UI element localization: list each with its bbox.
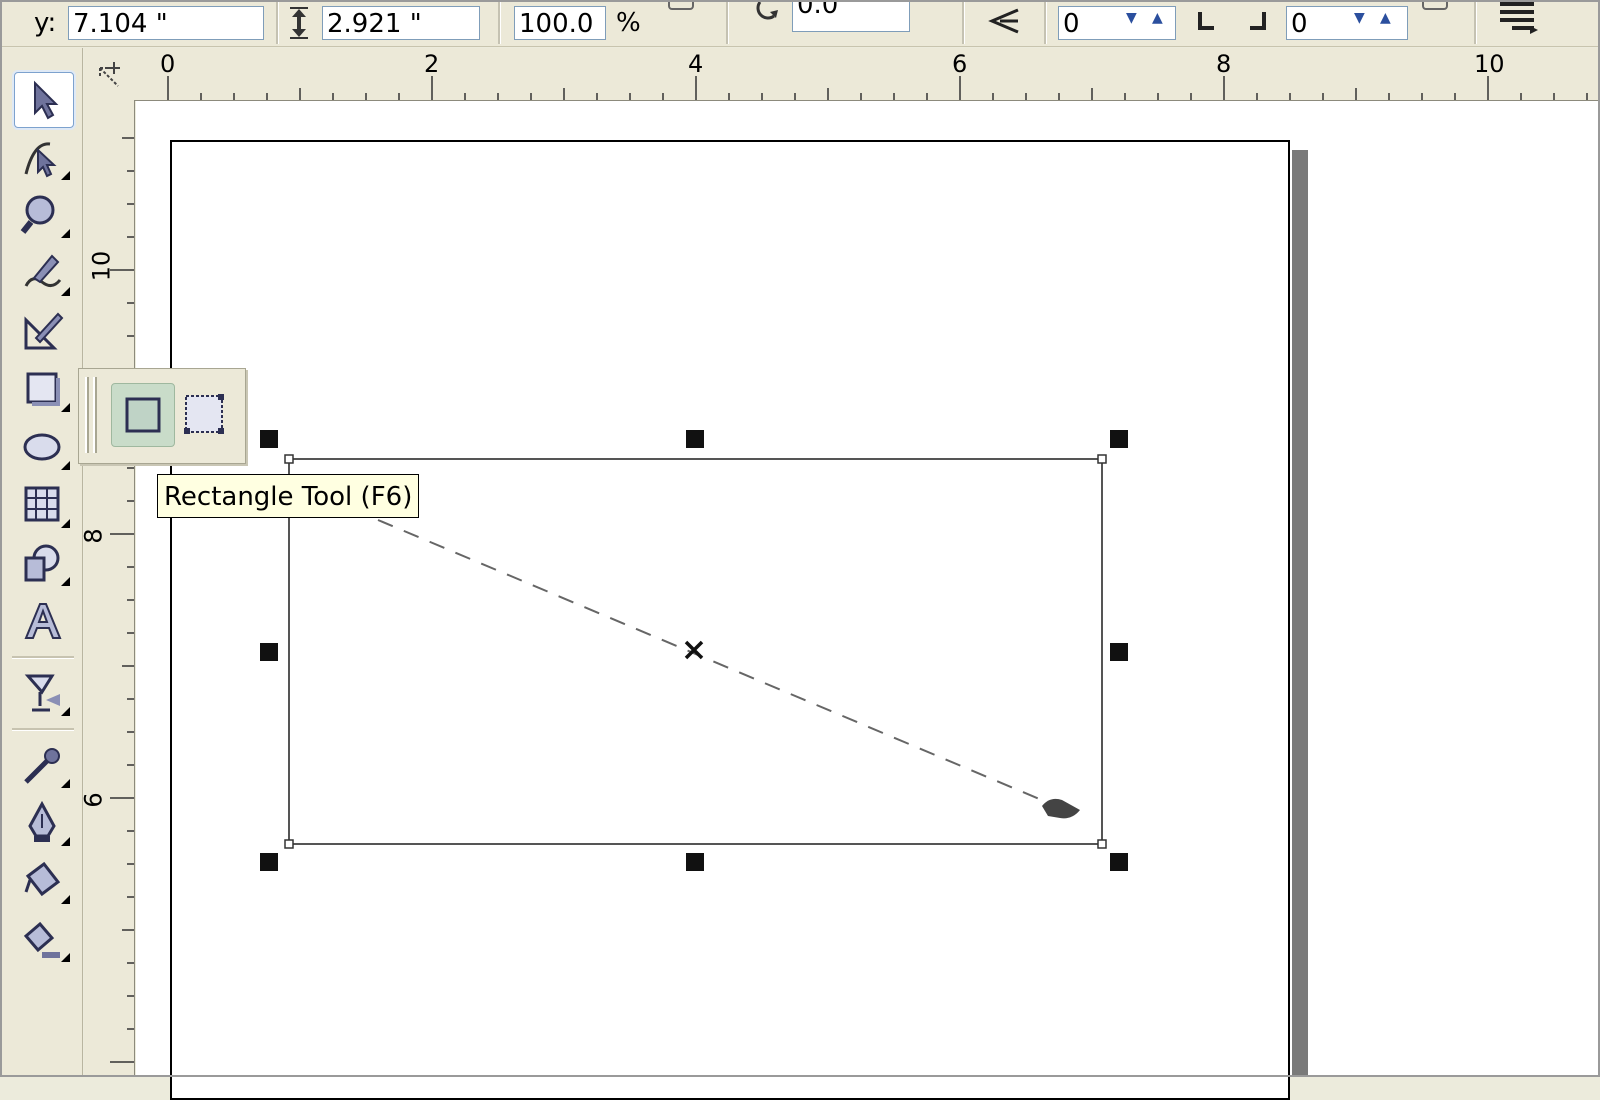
drawn-rectangle-overlay <box>284 454 1107 849</box>
selection-handle-bottom-left[interactable] <box>260 853 278 871</box>
corner-node[interactable] <box>1097 839 1107 849</box>
selection-handle-top-left[interactable] <box>260 430 278 448</box>
tooltip: Rectangle Tool (F6) <box>157 474 420 518</box>
corner-node[interactable] <box>1097 454 1107 464</box>
selection-handle-right[interactable] <box>1110 643 1128 661</box>
three-point-rectangle-icon <box>184 394 224 434</box>
rectangle-flyout <box>78 368 246 464</box>
cursor-icon <box>1042 798 1080 819</box>
flyout-grip[interactable] <box>93 377 97 453</box>
flyout-grip[interactable] <box>85 377 89 453</box>
flyout-3-point-rectangle-tool[interactable] <box>173 383 235 445</box>
selection-handle-bottom[interactable] <box>686 853 704 871</box>
flyout-rectangle-tool[interactable] <box>111 383 175 447</box>
selection-handle-bottom-right[interactable] <box>1110 853 1128 871</box>
rectangle-icon <box>125 397 161 433</box>
selection-handle-top-right[interactable] <box>1110 430 1128 448</box>
corner-node[interactable] <box>284 839 294 849</box>
selection-handle-top[interactable] <box>686 430 704 448</box>
selection-handle-left[interactable] <box>260 643 278 661</box>
corner-node[interactable] <box>284 454 294 464</box>
drag-guide-line <box>377 519 1057 807</box>
